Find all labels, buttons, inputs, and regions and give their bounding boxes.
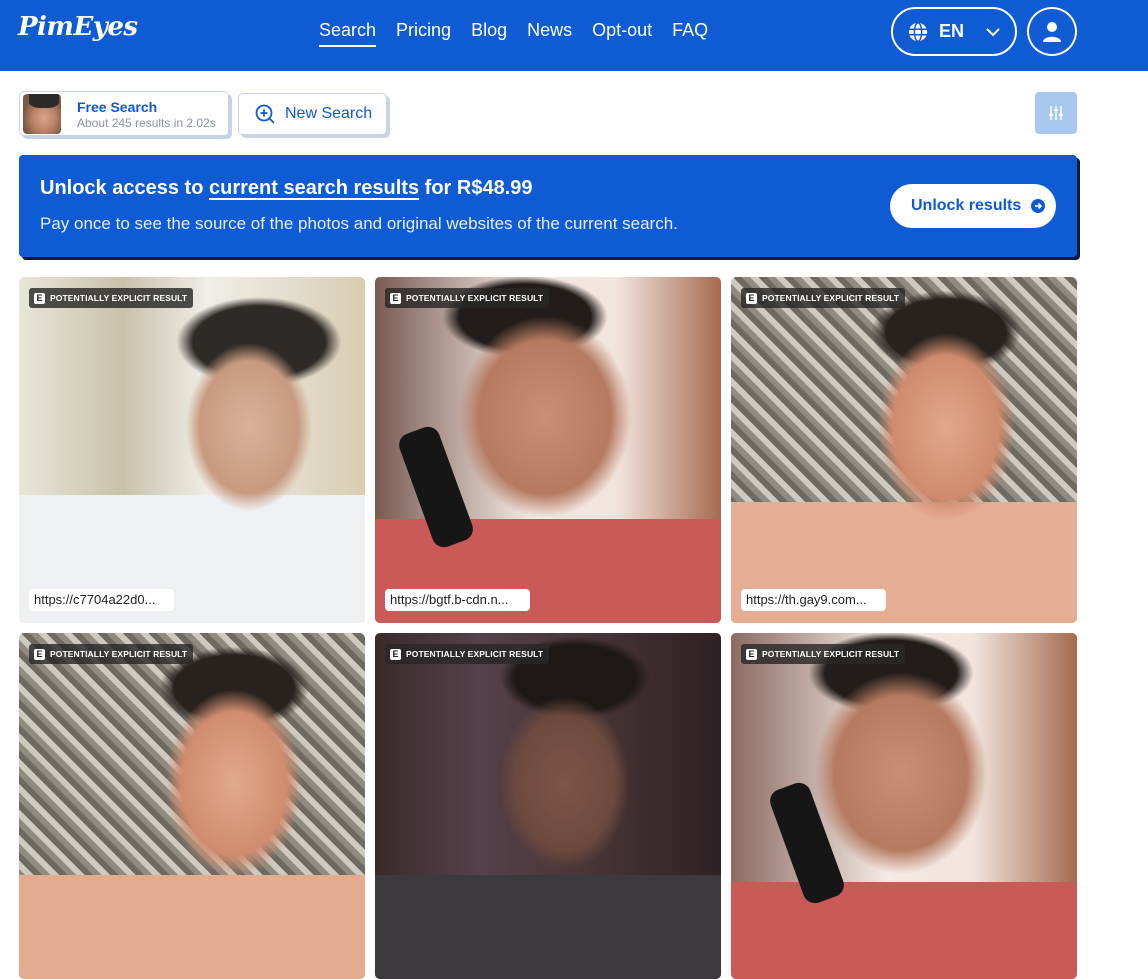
- unlock-results-label: Unlock results: [911, 197, 1022, 214]
- result-card[interactable]: E POTENTIALLY EXPLICIT RESULT: [375, 633, 721, 979]
- explicit-badge: E POTENTIALLY EXPLICIT RESULT: [741, 644, 906, 664]
- filters-button[interactable]: [1035, 92, 1077, 134]
- banner-title: Unlock access to current search results …: [40, 177, 533, 200]
- result-card[interactable]: E POTENTIALLY EXPLICIT RESULT: [19, 633, 365, 979]
- banner-title-price: for R$48.99: [424, 177, 533, 199]
- nav-news[interactable]: News: [527, 20, 572, 47]
- result-photo: [731, 633, 1077, 979]
- query-photo-thumbnail: [23, 94, 61, 134]
- user-icon: [1043, 21, 1061, 42]
- explicit-badge-label: POTENTIALLY EXPLICIT RESULT: [762, 649, 900, 659]
- explicit-e-icon: E: [390, 648, 401, 660]
- unlock-results-button[interactable]: Unlock results: [890, 184, 1056, 228]
- explicit-badge-label: POTENTIALLY EXPLICIT RESULT: [406, 649, 544, 659]
- unlock-banner: Unlock access to current search results …: [19, 155, 1077, 257]
- result-url[interactable]: https://th.gay9.com...: [741, 589, 886, 611]
- nav-pricing[interactable]: Pricing: [396, 20, 451, 47]
- nav-search[interactable]: Search: [319, 20, 377, 47]
- new-search-label: New Search: [285, 105, 373, 122]
- result-url[interactable]: https://bgtf.b-cdn.n...: [385, 589, 530, 611]
- explicit-badge: E POTENTIALLY EXPLICIT RESULT: [741, 288, 906, 308]
- result-photo: [19, 277, 365, 623]
- result-card[interactable]: E POTENTIALLY EXPLICIT RESULT https://th…: [731, 277, 1077, 623]
- language-label: EN: [939, 21, 965, 41]
- explicit-e-icon: E: [746, 648, 757, 660]
- top-header: PimEyes Search Pricing Blog News Opt-out…: [0, 0, 1148, 71]
- banner-title-prefix: Unlock access to: [40, 177, 204, 199]
- account-button[interactable]: [1027, 7, 1077, 56]
- explicit-e-icon: E: [34, 648, 45, 660]
- globe-icon: [908, 21, 928, 42]
- free-search-title: Free Search: [77, 99, 158, 115]
- nav-faq[interactable]: FAQ: [672, 20, 708, 47]
- pimeyes-logo[interactable]: PimEyes: [18, 12, 138, 42]
- current-results-link[interactable]: current search results: [209, 177, 419, 199]
- new-search-button[interactable]: New Search: [238, 93, 387, 135]
- nav-blog[interactable]: Blog: [471, 20, 507, 47]
- explicit-badge-label: POTENTIALLY EXPLICIT RESULT: [50, 649, 188, 659]
- result-card[interactable]: E POTENTIALLY EXPLICIT RESULT https://bg…: [375, 277, 721, 623]
- explicit-e-icon: E: [746, 292, 757, 304]
- explicit-badge: E POTENTIALLY EXPLICIT RESULT: [385, 644, 550, 664]
- explicit-badge: E POTENTIALLY EXPLICIT RESULT: [29, 644, 194, 664]
- main-nav: Search Pricing Blog News Opt-out FAQ: [319, 20, 728, 47]
- arrow-right-circle-icon: [1031, 199, 1046, 213]
- result-photo: [375, 633, 721, 979]
- result-url[interactable]: https://c7704a22d0...: [29, 589, 174, 611]
- explicit-badge-label: POTENTIALLY EXPLICIT RESULT: [762, 293, 900, 303]
- explicit-e-icon: E: [34, 292, 45, 304]
- explicit-badge: E POTENTIALLY EXPLICIT RESULT: [29, 288, 194, 308]
- results-summary: About 245 results in 2.02s: [77, 116, 216, 130]
- free-search-card[interactable]: Free Search About 245 results in 2.02s: [19, 91, 229, 136]
- nav-opt-out[interactable]: Opt-out: [592, 20, 652, 47]
- search-plus-icon: [255, 104, 275, 124]
- language-selector[interactable]: EN: [891, 7, 1017, 56]
- explicit-badge-label: POTENTIALLY EXPLICIT RESULT: [406, 293, 544, 303]
- chevron-down-icon: [986, 28, 1000, 37]
- banner-subtitle: Pay once to see the source of the photos…: [40, 214, 678, 233]
- explicit-e-icon: E: [390, 292, 401, 304]
- result-card[interactable]: E POTENTIALLY EXPLICIT RESULT: [731, 633, 1077, 979]
- result-photo: [375, 277, 721, 623]
- result-card[interactable]: E POTENTIALLY EXPLICIT RESULT https://c7…: [19, 277, 365, 623]
- result-photo: [731, 277, 1077, 623]
- sliders-icon: [1049, 106, 1063, 120]
- explicit-badge-label: POTENTIALLY EXPLICIT RESULT: [50, 293, 188, 303]
- result-photo: [19, 633, 365, 979]
- explicit-badge: E POTENTIALLY EXPLICIT RESULT: [385, 288, 550, 308]
